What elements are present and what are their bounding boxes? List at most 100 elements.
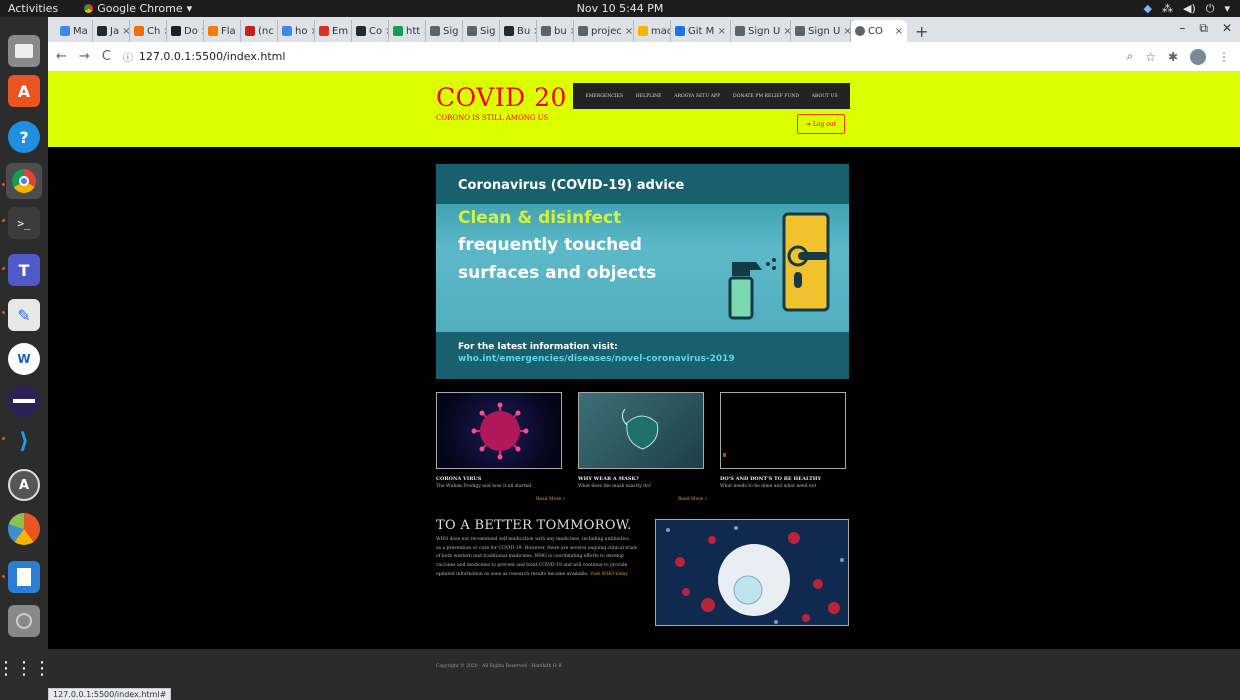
nav-emergencies[interactable]: EMERGENCIES [585, 94, 623, 99]
card-image-mask[interactable] [578, 392, 704, 469]
nav-helpline[interactable]: HELPLINE [636, 94, 662, 99]
close-icon[interactable]: × [718, 26, 726, 37]
close-icon[interactable]: × [122, 26, 129, 37]
card-subtitle: What does the mask exactly do? [578, 484, 652, 489]
close-icon[interactable]: × [625, 26, 633, 37]
browser-tab[interactable]: (nc× [241, 20, 278, 42]
profile-avatar[interactable] [1190, 48, 1206, 65]
power-icon[interactable]: ⏻ [1206, 2, 1215, 16]
nav-arogya-setu[interactable]: AROGYA SETU APP [674, 94, 720, 99]
teams-icon[interactable]: T [8, 254, 40, 286]
browser-tab[interactable]: Sig× [463, 20, 500, 42]
chrome-small-icon [84, 4, 94, 13]
browser-tab[interactable]: Ch× [130, 20, 167, 42]
browser-tab[interactable]: Bu× [500, 20, 537, 42]
site-footer: Copyright © 2020 - All Rights Reserved -… [48, 649, 1240, 700]
browser-tab[interactable]: Do× [167, 20, 204, 42]
nav-about-us[interactable]: ABOUT US [812, 94, 838, 99]
browser-tab[interactable]: Sign U × [791, 20, 851, 42]
text-editor-icon[interactable]: ✎ [8, 299, 40, 331]
nav-donate[interactable]: DONATE PM RELIEF FUND [733, 94, 799, 99]
browser-tab[interactable]: maco× [634, 20, 671, 42]
extensions-icon[interactable]: ✱ [1168, 50, 1178, 64]
favicon-icon [171, 26, 181, 36]
reload-icon[interactable]: C [102, 49, 111, 64]
browser-tab[interactable]: bu× [537, 20, 574, 42]
close-icon[interactable]: × [783, 26, 790, 37]
browser-tab[interactable]: Co× [352, 20, 389, 42]
vscode-icon[interactable]: ⟩ [8, 425, 40, 457]
chevron-down-icon[interactable]: ▾ [1224, 2, 1230, 15]
browser-tab[interactable]: Em× [315, 20, 352, 42]
card-image-coronavirus[interactable] [436, 392, 562, 469]
system-tray[interactable]: ◆ ⁂ ◀) ⏻ ▾ [1144, 2, 1230, 16]
software-icon[interactable]: A [8, 75, 40, 107]
disc-icon[interactable] [8, 605, 40, 637]
section-title: TO A BETTER TOMMOROW. [436, 518, 632, 533]
address-bar[interactable]: ⓘ 127.0.0.1:5500/index.html [123, 49, 286, 64]
favicon-icon [430, 26, 440, 36]
favicon-icon [504, 26, 514, 36]
tab-label: htt [406, 25, 421, 37]
mask-icon [621, 408, 659, 450]
browser-tab[interactable]: Ja × [93, 20, 130, 42]
new-tab-button[interactable]: + [907, 20, 936, 42]
paragraph-line: updated information as soon as research … [436, 571, 589, 577]
back-icon[interactable]: ← [56, 49, 67, 64]
browser-window: Ma×Ja×Ch×Do×Fla×(nc×ho×Em×Co×htt×Sig×Sig… [48, 17, 1240, 71]
files-icon[interactable] [8, 35, 40, 67]
browser-tab[interactable]: htt× [389, 20, 426, 42]
site-title[interactable]: COVID 20 [436, 83, 567, 112]
tab-label: bu [554, 25, 567, 37]
url-text[interactable]: 127.0.0.1:5500/index.html [139, 50, 286, 63]
read-more-link[interactable]: Read More » [536, 497, 565, 502]
apps-grid-icon[interactable]: ⋮⋮⋮ [0, 652, 51, 684]
eclipse-icon[interactable] [8, 385, 40, 417]
volume-icon[interactable]: ◀) [1183, 2, 1196, 15]
update-icon[interactable]: A [8, 469, 40, 501]
browser-tab[interactable]: Ma× [56, 20, 93, 42]
browser-tab[interactable]: ho× [278, 20, 315, 42]
activities-button[interactable]: Activities [0, 2, 68, 15]
banner-line-3: surfaces and objects [458, 263, 657, 283]
tab-label: Bu [517, 25, 531, 37]
help-icon[interactable]: ? [8, 121, 40, 153]
browser-tab[interactable]: Sig× [426, 20, 463, 42]
terminal-icon[interactable]: >_ [8, 207, 40, 239]
minimize-icon[interactable]: – [1179, 21, 1185, 36]
read-more-link[interactable]: Read More » [678, 497, 707, 502]
browser-tab[interactable]: projec × [574, 20, 634, 42]
browser-tab[interactable]: Sign U × [731, 20, 791, 42]
visit-who-link[interactable]: Visit WHO today [590, 572, 628, 577]
tab-active[interactable]: CO × [851, 20, 907, 42]
zoom-icon[interactable]: ⌕ [1126, 49, 1133, 64]
tab-label: Fla [221, 25, 236, 37]
webstorm-icon[interactable]: W [8, 343, 40, 375]
app-menu[interactable]: Google Chrome ▾ [84, 2, 192, 15]
logout-button[interactable]: ➜ Log out [797, 114, 845, 134]
tab-label: Sig [480, 25, 496, 37]
chrome-icon[interactable] [6, 163, 42, 199]
close-window-icon[interactable]: ✕ [1222, 21, 1232, 36]
restore-icon[interactable]: ⧉ [1199, 21, 1208, 36]
favicon-icon [578, 26, 588, 36]
browser-tab[interactable]: Fla× [204, 20, 241, 42]
forward-icon[interactable]: → [79, 49, 90, 64]
writer-icon[interactable] [8, 561, 40, 593]
close-icon[interactable]: × [843, 26, 850, 37]
banner-line-2: frequently touched [458, 235, 642, 255]
info-icon[interactable]: ⓘ [123, 49, 133, 64]
color-picker-icon[interactable]: ◆ [1144, 2, 1152, 15]
kebab-menu-icon[interactable]: ⋮ [1218, 50, 1230, 64]
network-icon[interactable]: ⁂ [1162, 2, 1173, 15]
browser-tab[interactable]: Git M × [671, 20, 731, 42]
close-icon[interactable]: × [895, 26, 903, 37]
favicon-icon [356, 26, 366, 36]
virus-cell-illustration [666, 526, 844, 624]
card-image-dos-donts[interactable] [720, 392, 846, 469]
chart-icon[interactable] [8, 513, 40, 545]
main-nav: EMERGENCIES HELPLINE AROGYA SETU APP DON… [573, 83, 850, 109]
bookmark-star-icon[interactable]: ☆ [1145, 50, 1156, 64]
dock: A ? >_ T ✎ W ⟩ A ⋮⋮⋮ [0, 17, 51, 700]
favicon-icon [319, 26, 329, 36]
